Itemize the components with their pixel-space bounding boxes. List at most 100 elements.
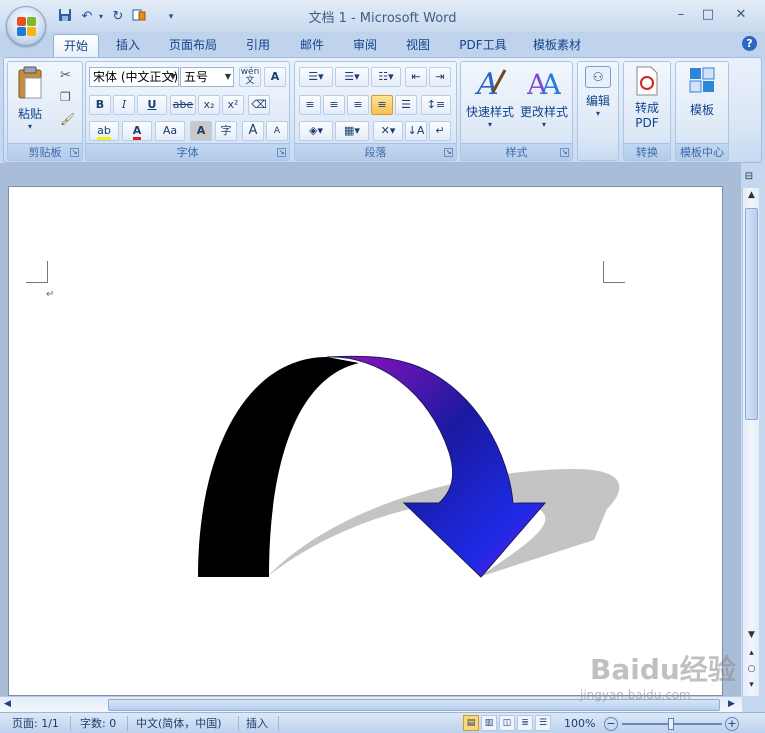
paste-button[interactable]: 粘贴 ▾ bbox=[12, 66, 48, 136]
decrease-indent-icon[interactable]: ⇤ bbox=[405, 67, 427, 87]
previous-page-icon[interactable]: ▴ bbox=[743, 646, 760, 660]
ribbon: 粘贴 ▾ ✂ ❐ 🖌 剪贴板 ↘ 宋体 (中文正文) ▼ 五号 ▼ wén 文 A … bbox=[3, 57, 762, 163]
character-shading-icon[interactable]: A bbox=[190, 121, 212, 141]
show-marks-icon[interactable]: ↵ bbox=[429, 121, 451, 141]
office-button[interactable] bbox=[6, 6, 46, 46]
template-center-group: 模板 模板中心 bbox=[675, 61, 729, 161]
align-left-icon[interactable]: ≡ bbox=[299, 95, 321, 115]
multilevel-list-icon[interactable]: ☷▾ bbox=[371, 67, 401, 87]
tab-mailings[interactable]: 邮件 bbox=[292, 34, 332, 57]
text-highlight-button[interactable]: ab bbox=[89, 121, 119, 141]
word-count-status[interactable]: 字数: 0 bbox=[80, 716, 116, 731]
clipboard-launcher-icon[interactable]: ↘ bbox=[70, 148, 79, 157]
align-center-icon[interactable]: ≡ bbox=[323, 95, 345, 115]
underline-button[interactable]: U bbox=[137, 95, 167, 115]
phonetic-guide-button[interactable]: wén 文 bbox=[239, 67, 261, 87]
scroll-left-icon[interactable]: ◀ bbox=[4, 699, 11, 709]
shading-icon[interactable]: ◈▾ bbox=[299, 121, 333, 141]
line-spacing-icon[interactable]: ↕≡ bbox=[421, 95, 451, 115]
select-browse-object-icon[interactable]: ○ bbox=[743, 662, 760, 676]
insert-mode-status[interactable]: 插入 bbox=[246, 716, 268, 731]
increase-indent-icon[interactable]: ⇥ bbox=[429, 67, 451, 87]
quick-styles-button[interactable]: A 快速样式 ▾ bbox=[464, 66, 516, 138]
font-launcher-icon[interactable]: ↘ bbox=[277, 148, 286, 157]
convert-to-pdf-button[interactable]: 转成 PDF bbox=[627, 66, 667, 138]
grow-font-button[interactable]: A bbox=[242, 121, 264, 141]
bullets-icon[interactable]: ☰▾ bbox=[299, 67, 333, 87]
enclose-characters-button[interactable]: 字 bbox=[215, 121, 237, 141]
svg-text:A: A bbox=[474, 67, 499, 100]
zoom-level[interactable]: 100% bbox=[564, 716, 595, 731]
full-screen-reading-icon[interactable]: ▥ bbox=[481, 715, 497, 731]
cut-icon[interactable]: ✂ bbox=[60, 68, 71, 83]
highlighter-icon: ab bbox=[97, 124, 111, 140]
styles-group-label: 样式 bbox=[461, 143, 572, 160]
scroll-down-icon[interactable]: ▼ bbox=[743, 628, 760, 642]
next-page-icon[interactable]: ▾ bbox=[743, 678, 760, 692]
chinese-layout-icon[interactable]: ✕▾ bbox=[373, 121, 403, 141]
tab-references[interactable]: 引用 bbox=[238, 34, 278, 57]
help-icon[interactable]: ? bbox=[742, 36, 757, 51]
superscript-button[interactable]: x² bbox=[222, 95, 244, 115]
draft-view-icon[interactable]: ☰ bbox=[535, 715, 551, 731]
italic-button[interactable]: I bbox=[113, 95, 135, 115]
document-page[interactable] bbox=[8, 186, 723, 696]
copy-icon[interactable]: ❐ bbox=[60, 90, 71, 104]
template-button[interactable]: 模板 bbox=[680, 66, 724, 138]
web-layout-icon[interactable]: ◫ bbox=[499, 715, 515, 731]
styles-launcher-icon[interactable]: ↘ bbox=[560, 148, 569, 157]
office-logo-icon bbox=[17, 17, 37, 37]
zoom-out-icon[interactable]: − bbox=[604, 717, 618, 731]
change-styles-icon: A A bbox=[526, 68, 562, 101]
tab-review[interactable]: 审阅 bbox=[345, 34, 385, 57]
tab-view[interactable]: 视图 bbox=[398, 34, 438, 57]
borders-icon[interactable]: ▦▾ bbox=[335, 121, 369, 141]
paste-icon bbox=[18, 66, 42, 99]
subscript-button[interactable]: x₂ bbox=[198, 95, 220, 115]
chevron-down-icon: ▼ bbox=[169, 72, 176, 81]
editing-button[interactable]: ⚇ 编辑 ▾ bbox=[581, 66, 615, 138]
paragraph-launcher-icon[interactable]: ↘ bbox=[444, 148, 453, 157]
print-layout-view-icon[interactable]: ▤ bbox=[463, 715, 479, 731]
zoom-slider-thumb[interactable] bbox=[668, 718, 674, 730]
numbering-icon[interactable]: ☰▾ bbox=[335, 67, 369, 87]
close-button[interactable]: ✕ bbox=[730, 6, 752, 24]
scroll-up-icon[interactable]: ▲ bbox=[743, 188, 760, 202]
language-status[interactable]: 中文(简体，中国) bbox=[136, 716, 222, 731]
clear-formatting-icon[interactable]: ⌫ bbox=[248, 95, 270, 115]
page-count-status[interactable]: 页面: 1/1 bbox=[12, 716, 59, 731]
change-styles-button[interactable]: A A 更改样式 ▾ bbox=[518, 66, 570, 138]
tab-template-materials[interactable]: 模板素材 bbox=[526, 34, 588, 57]
tab-insert[interactable]: 插入 bbox=[108, 34, 148, 57]
ruler-toggle-icon[interactable]: ⊟ bbox=[742, 171, 756, 185]
distributed-icon[interactable]: ☰ bbox=[395, 95, 417, 115]
tab-pdf-tools[interactable]: PDF工具 bbox=[452, 34, 514, 57]
font-color-icon: A bbox=[132, 124, 142, 140]
sort-icon[interactable]: ↓A bbox=[405, 121, 427, 141]
font-name-select[interactable]: 宋体 (中文正文) ▼ bbox=[89, 67, 179, 87]
character-border-button[interactable]: A bbox=[264, 67, 286, 87]
strikethrough-button[interactable]: abe bbox=[170, 95, 196, 115]
font-color-button[interactable]: A bbox=[122, 121, 152, 141]
justify-icon[interactable]: ≡ bbox=[371, 95, 393, 115]
bold-button[interactable]: B bbox=[89, 95, 111, 115]
tab-page-layout[interactable]: 页面布局 bbox=[162, 34, 224, 57]
paragraph-group-label: 段落 bbox=[295, 143, 456, 160]
clipboard-group: 粘贴 ▾ ✂ ❐ 🖌 剪贴板 ↘ bbox=[7, 61, 83, 161]
tab-home[interactable]: 开始 bbox=[53, 34, 99, 57]
zoom-in-icon[interactable]: + bbox=[725, 717, 739, 731]
change-case-button[interactable]: Aa bbox=[155, 121, 185, 141]
scroll-right-icon[interactable]: ▶ bbox=[728, 699, 735, 709]
format-painter-icon[interactable]: 🖌 bbox=[60, 112, 75, 126]
shrink-font-button[interactable]: A bbox=[266, 121, 288, 141]
minimize-button[interactable]: – bbox=[670, 6, 692, 24]
font-size-select[interactable]: 五号 ▼ bbox=[180, 67, 234, 87]
title-bar: ↶ ▾ ↻ ▾ 文档 1 - Microsoft Word – □ ✕ bbox=[0, 0, 765, 32]
align-right-icon[interactable]: ≡ bbox=[347, 95, 369, 115]
vertical-scrollbar[interactable]: ▲ ▼ ▴ ○ ▾ bbox=[742, 188, 759, 696]
vertical-scroll-thumb[interactable] bbox=[745, 208, 758, 420]
maximize-button[interactable]: □ bbox=[697, 6, 719, 24]
paragraph-group: ☰▾ ☰▾ ☷▾ ⇤ ⇥ ≡ ≡ ≡ ≡ ☰ ↕≡ ◈▾ ▦▾ ✕▾ ↓A ↵ … bbox=[294, 61, 457, 161]
curved-arrow-shape[interactable] bbox=[9, 187, 723, 696]
outline-view-icon[interactable]: ≣ bbox=[517, 715, 533, 731]
